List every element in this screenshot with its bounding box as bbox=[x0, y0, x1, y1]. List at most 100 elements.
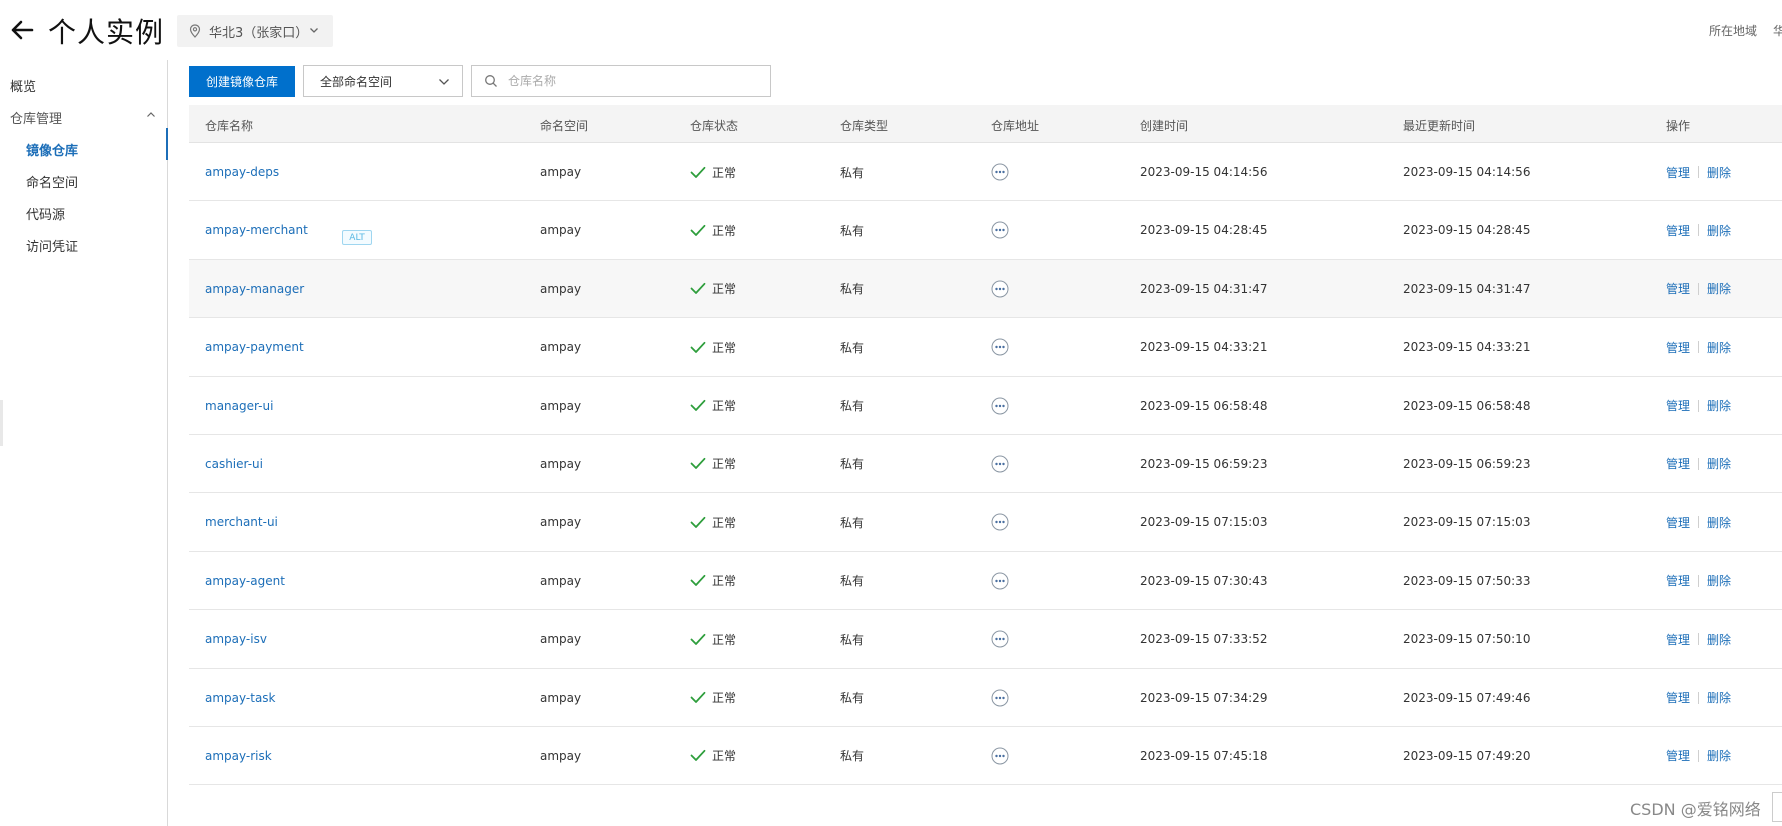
updated-time-cell: 2023-09-15 04:14:56 bbox=[1403, 165, 1531, 179]
manage-link[interactable]: 管理 bbox=[1666, 514, 1690, 531]
more-icon[interactable] bbox=[991, 397, 1009, 415]
repo-name-link[interactable]: ampay-manager bbox=[205, 260, 304, 318]
namespace-select[interactable]: 全部命名空间 bbox=[303, 65, 463, 97]
more-icon[interactable] bbox=[991, 630, 1009, 648]
delete-link[interactable]: 删除 bbox=[1707, 222, 1731, 239]
manage-link[interactable]: 管理 bbox=[1666, 164, 1690, 181]
delete-link[interactable]: 删除 bbox=[1707, 164, 1731, 181]
repo-name-link[interactable]: ampay-merchant bbox=[205, 201, 308, 259]
created-time-cell: 2023-09-15 04:14:56 bbox=[1140, 165, 1268, 179]
more-icon[interactable] bbox=[991, 221, 1009, 239]
more-icon[interactable] bbox=[991, 163, 1009, 181]
column-header-name: 仓库名称 bbox=[205, 119, 254, 133]
sidebar-item-namespace[interactable]: 命名空间 bbox=[26, 172, 78, 191]
namespace-cell: ampay bbox=[540, 632, 582, 647]
action-divider bbox=[1698, 282, 1700, 295]
check-icon bbox=[690, 283, 706, 295]
created-time-cell: 2023-09-15 07:33:52 bbox=[1140, 632, 1268, 647]
alt-badge: ALT bbox=[342, 230, 372, 246]
region-label: 所在地域 bbox=[1709, 24, 1758, 38]
check-icon bbox=[690, 166, 706, 178]
manage-link[interactable]: 管理 bbox=[1666, 747, 1690, 764]
status-text: 正常 bbox=[712, 457, 737, 472]
repo-name-link[interactable]: cashier-ui bbox=[205, 435, 263, 493]
delete-link[interactable]: 删除 bbox=[1707, 631, 1731, 648]
chevron-down-icon bbox=[439, 79, 449, 85]
table-header: 仓库名称 命名空间 仓库状态 仓库类型 仓库地址 创建时间 最近更新时间 操作 bbox=[189, 105, 1782, 143]
region-select[interactable]: 华北3（张家口） bbox=[177, 15, 333, 47]
manage-link[interactable]: 管理 bbox=[1666, 631, 1690, 648]
repo-name-link[interactable]: merchant-ui bbox=[205, 493, 278, 551]
repo-name-link[interactable]: ampay-risk bbox=[205, 727, 272, 785]
delete-link[interactable]: 删除 bbox=[1707, 572, 1731, 589]
delete-link[interactable]: 删除 bbox=[1707, 689, 1731, 706]
updated-time-cell: 2023-09-15 07:50:10 bbox=[1403, 632, 1531, 647]
action-divider bbox=[1698, 574, 1700, 587]
delete-link[interactable]: 删除 bbox=[1707, 280, 1731, 297]
chevron-up-icon[interactable] bbox=[146, 110, 156, 120]
more-icon[interactable] bbox=[991, 280, 1009, 298]
manage-link[interactable]: 管理 bbox=[1666, 397, 1690, 414]
namespace-cell: ampay bbox=[540, 223, 582, 238]
status-text: 正常 bbox=[712, 632, 737, 647]
namespace-cell: ampay bbox=[540, 398, 582, 413]
repo-name-link[interactable]: ampay-deps bbox=[205, 143, 279, 201]
check-icon bbox=[690, 691, 706, 703]
manage-link[interactable]: 管理 bbox=[1666, 339, 1690, 356]
action-divider bbox=[1698, 399, 1700, 412]
sidebar-item-access-credential[interactable]: 访问凭证 bbox=[26, 236, 78, 255]
actions-cell: 管理 删除 bbox=[1666, 610, 1731, 668]
search-input[interactable] bbox=[508, 74, 748, 88]
sidebar-item-overview[interactable]: 概览 bbox=[10, 76, 36, 95]
side-widget[interactable] bbox=[1772, 792, 1782, 822]
sidebar-item-image-repo[interactable]: 镜像仓库 bbox=[26, 140, 78, 159]
address-cell bbox=[991, 435, 1009, 493]
address-cell bbox=[991, 610, 1009, 668]
manage-link[interactable]: 管理 bbox=[1666, 280, 1690, 297]
check-icon bbox=[690, 458, 706, 470]
status-text: 正常 bbox=[712, 340, 737, 355]
manage-link[interactable]: 管理 bbox=[1666, 572, 1690, 589]
create-repo-button[interactable]: 创建镜像仓库 bbox=[189, 66, 295, 97]
action-divider bbox=[1698, 633, 1700, 646]
delete-link[interactable]: 删除 bbox=[1707, 339, 1731, 356]
top-header: 个人实例 华北3（张家口） 所在地域 华 bbox=[0, 0, 1782, 60]
repo-name-link[interactable]: ampay-task bbox=[205, 669, 276, 727]
created-time-cell: 2023-09-15 04:31:47 bbox=[1140, 281, 1268, 296]
search-box[interactable] bbox=[471, 65, 771, 97]
column-header-created: 创建时间 bbox=[1140, 119, 1189, 133]
status-cell: 正常 bbox=[690, 493, 736, 551]
back-arrow-icon[interactable] bbox=[8, 16, 36, 44]
check-icon bbox=[690, 399, 706, 411]
repo-name-link[interactable]: ampay-payment bbox=[205, 318, 304, 376]
manage-link[interactable]: 管理 bbox=[1666, 222, 1690, 239]
actions-cell: 管理 删除 bbox=[1666, 260, 1731, 318]
sidebar-item-code-source[interactable]: 代码源 bbox=[26, 204, 65, 223]
sidebar-group-repo-management[interactable]: 仓库管理 bbox=[10, 108, 62, 127]
check-icon bbox=[690, 516, 706, 528]
repo-name-link[interactable]: manager-ui bbox=[205, 377, 273, 435]
manage-link[interactable]: 管理 bbox=[1666, 689, 1690, 706]
created-time-cell: 2023-09-15 07:45:18 bbox=[1140, 748, 1268, 763]
region-value[interactable]: 华 bbox=[1773, 22, 1782, 39]
namespace-cell: ampay bbox=[540, 281, 582, 296]
delete-link[interactable]: 删除 bbox=[1707, 397, 1731, 414]
more-icon[interactable] bbox=[991, 513, 1009, 531]
sidebar-collapse-handle[interactable] bbox=[0, 400, 3, 446]
more-icon[interactable] bbox=[991, 338, 1009, 356]
repo-name-link[interactable]: ampay-isv bbox=[205, 610, 267, 668]
type-cell: 私有 bbox=[840, 223, 865, 238]
status-cell: 正常 bbox=[690, 318, 736, 376]
type-cell: 私有 bbox=[840, 632, 865, 647]
more-icon[interactable] bbox=[991, 455, 1009, 473]
delete-link[interactable]: 删除 bbox=[1707, 747, 1731, 764]
repo-name-link[interactable]: ampay-agent bbox=[205, 552, 285, 610]
actions-cell: 管理 删除 bbox=[1666, 552, 1731, 610]
delete-link[interactable]: 删除 bbox=[1707, 514, 1731, 531]
status-cell: 正常 bbox=[690, 201, 736, 259]
more-icon[interactable] bbox=[991, 689, 1009, 707]
manage-link[interactable]: 管理 bbox=[1666, 455, 1690, 472]
delete-link[interactable]: 删除 bbox=[1707, 455, 1731, 472]
more-icon[interactable] bbox=[991, 747, 1009, 765]
more-icon[interactable] bbox=[991, 572, 1009, 590]
